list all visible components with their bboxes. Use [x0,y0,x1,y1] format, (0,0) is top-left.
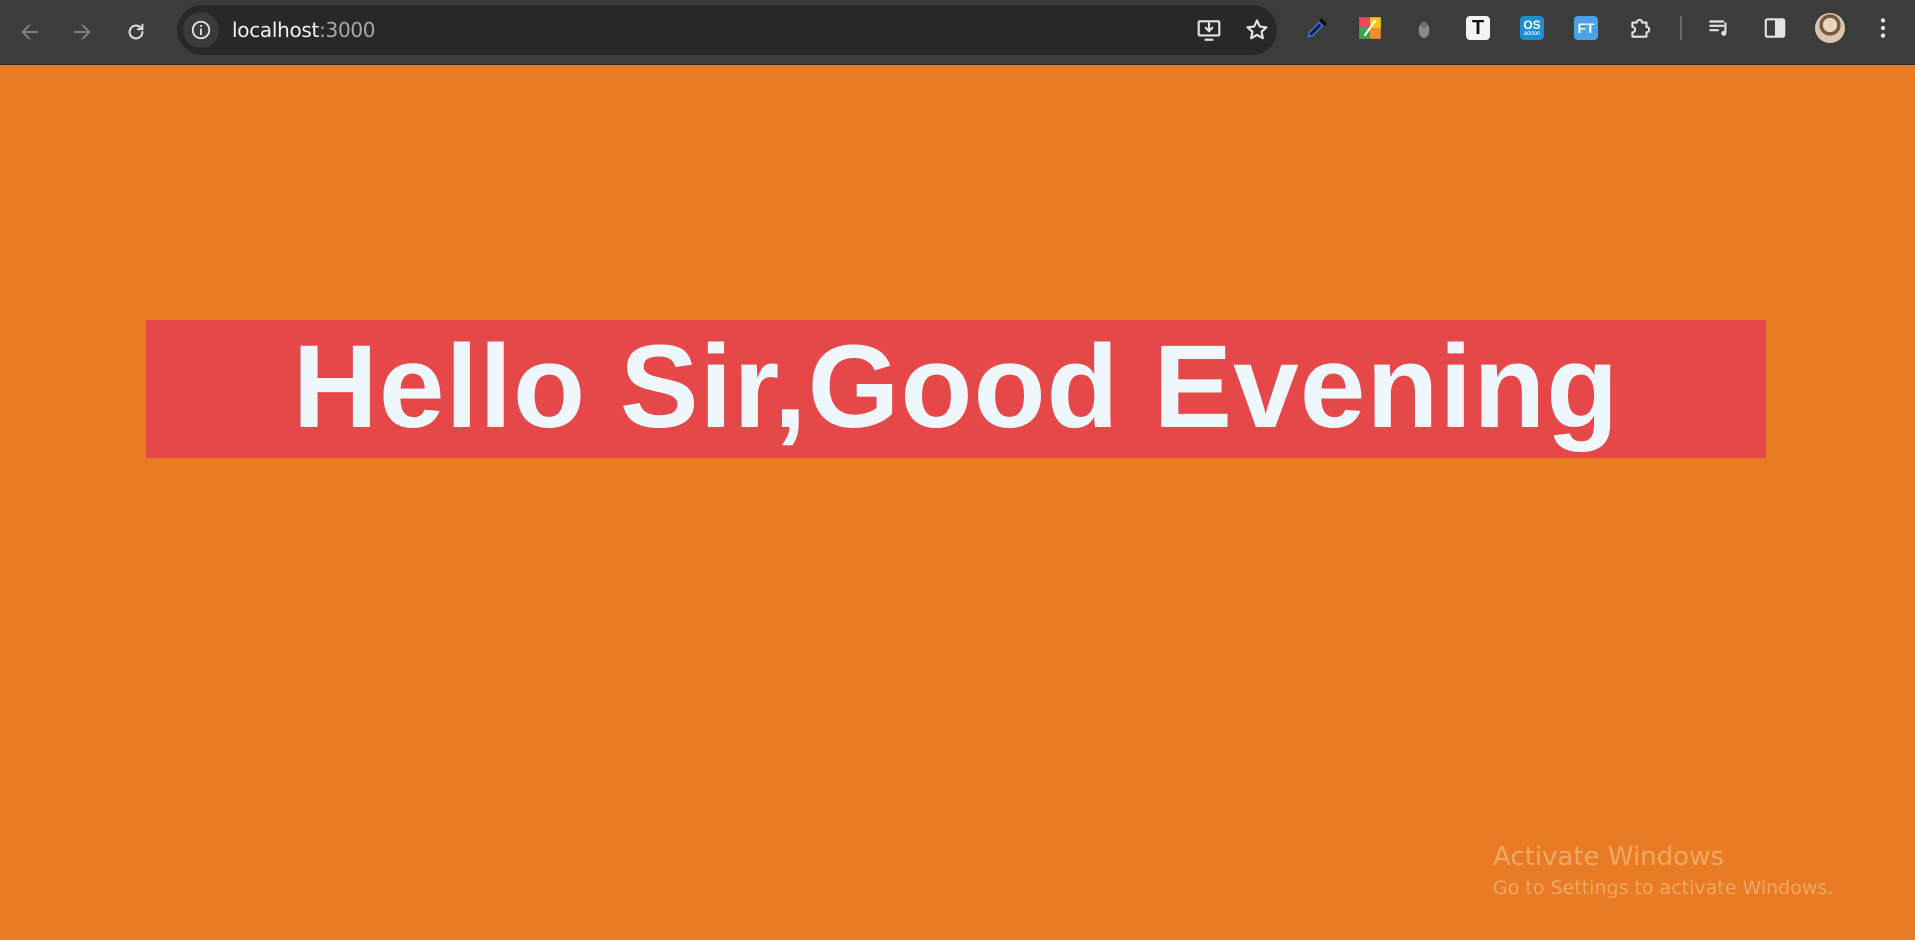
back-button[interactable] [10,12,50,52]
url-host: localhost [232,18,320,42]
bookmark-button[interactable] [1240,13,1274,47]
bookmark-star-icon [1246,19,1268,40]
arrow-right-icon [73,24,91,40]
t-extension[interactable]: T [1464,14,1492,42]
site-info-button[interactable] [183,12,219,48]
grey-extension-icon [1418,21,1430,38]
grey-extension[interactable] [1410,14,1438,42]
side-panel-button[interactable] [1761,14,1789,42]
media-controls-button[interactable] [1706,14,1734,42]
greeting-banner: Hello Sir,Good Evening [146,320,1766,458]
eyedropper-icon [1307,18,1327,38]
reload-button[interactable] [116,12,156,52]
os-addon-label: OS [1523,17,1541,32]
address-bar[interactable]: localhost:3000 [177,5,1277,55]
page-content: Hello Sir,Good Evening Activate Windows … [0,65,1915,940]
side-panel-icon [1764,18,1786,38]
more-menu-icon [1880,18,1886,38]
ft-extension-icon: FT [1574,16,1598,40]
colorful-extension-icon [1359,17,1381,39]
more-menu-button[interactable] [1869,14,1897,42]
os-addon-sublabel: addon [1523,30,1541,37]
greeting-heading: Hello Sir,Good Evening [292,321,1620,453]
t-extension-icon: T [1466,16,1490,40]
os-addon-extension[interactable]: OS addon [1518,14,1546,42]
browser-toolbar: localhost:3000 T OS addon FT [0,0,1915,65]
profile-avatar[interactable] [1815,13,1845,43]
install-app-icon [1197,20,1221,41]
eyedropper-extension[interactable] [1303,14,1331,42]
install-app-button[interactable] [1192,13,1226,47]
forward-button[interactable] [62,12,102,52]
activate-windows-watermark: Activate Windows Go to Settings to activ… [1493,840,1833,902]
puzzle-extensions-icon [1631,18,1651,38]
ft-extension[interactable]: FT [1572,14,1600,42]
colorful-extension[interactable] [1356,14,1384,42]
reload-icon [128,23,144,40]
extensions-menu-button[interactable] [1626,14,1654,42]
url-port: :3000 [319,18,376,42]
os-addon-icon: OS addon [1520,16,1544,40]
watermark-title: Activate Windows [1493,842,1724,872]
toolbar-divider [1680,16,1682,40]
media-controls-icon [1709,20,1727,36]
arrow-left-icon [21,24,39,40]
url-text[interactable]: localhost:3000 [232,18,376,42]
watermark-subtitle: Go to Settings to activate Windows. [1493,877,1834,899]
site-info-icon [191,20,211,40]
